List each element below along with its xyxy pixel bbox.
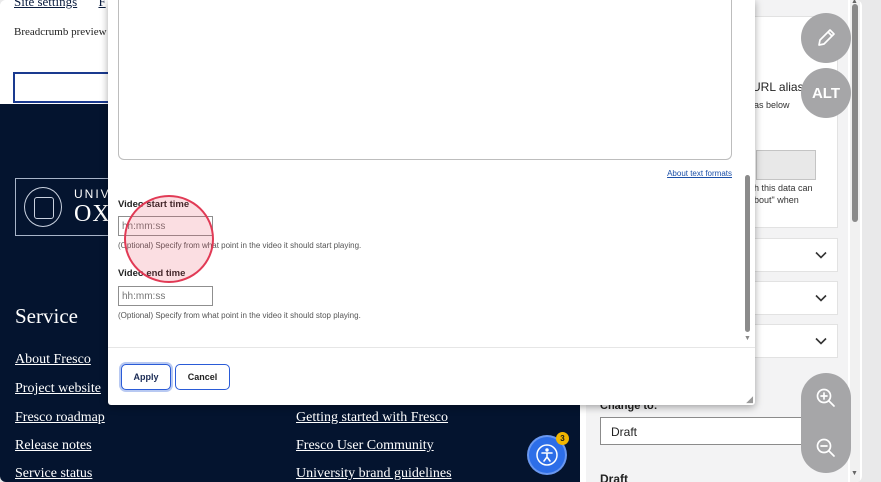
url-alias-input[interactable] [756,150,816,180]
video-end-help: (Optional) Specify from what point in th… [118,311,361,320]
video-end-input[interactable] [118,286,213,306]
truncated-link[interactable]: F [98,0,105,9]
footer-link-getting-started[interactable]: Getting started with Fresco [296,410,448,426]
site-settings-link[interactable]: Site settings [14,0,77,9]
logo-text-top: UNIV [74,187,111,201]
chevron-down-icon [815,291,827,306]
footer-link-user-community[interactable]: Fresco User Community [296,438,434,454]
url-alias-label: URL alias [752,80,804,94]
current-state-label: Draft [600,472,629,482]
moderation-state-select[interactable]: Draft [600,417,810,445]
page-scrollbar[interactable]: ▲ ▼ [850,0,860,482]
zoom-in-icon [816,388,835,407]
footer-link-about[interactable]: About Fresco [15,352,91,368]
click-indicator [124,195,214,283]
url-alias-hint-3: bout" when [754,195,799,205]
media-embed-dialog: About text formats Video start time (Opt… [108,0,755,405]
footer-link-release-notes[interactable]: Release notes [15,438,92,454]
footer-link-project-website[interactable]: Project website [15,381,101,397]
page-scrollbar-thumb[interactable] [852,4,858,222]
crest-icon [24,187,62,227]
chevron-down-icon [815,334,827,349]
zoom-controls [801,373,851,473]
zoom-out-icon [816,438,835,457]
background-input[interactable] [13,72,123,103]
text-editor-area[interactable] [118,0,732,160]
breadcrumb-preview: Breadcrumb preview [14,26,107,38]
footer-link-brand-guidelines[interactable]: University brand guidelines [296,466,452,482]
cancel-button[interactable]: Cancel [175,364,230,390]
zoom-in-button[interactable] [801,373,851,423]
zoom-out-button[interactable] [801,423,851,473]
alt-text-button[interactable]: ALT [801,68,851,118]
about-text-formats-link[interactable]: About text formats [667,169,732,178]
scroll-down-arrow-icon[interactable]: ▼ [851,470,858,477]
accessibility-badge: 3 [556,432,569,445]
url-alias-hint: as below [754,100,790,110]
dialog-scrollbar-thumb[interactable] [745,175,750,332]
pencil-icon [818,29,835,46]
scroll-down-arrow-icon[interactable]: ▼ [744,335,751,342]
accessibility-icon [536,444,558,466]
apply-button[interactable]: Apply [121,364,171,390]
service-heading: Service [15,304,78,328]
footer-link-roadmap[interactable]: Fresco roadmap [15,410,105,426]
dialog-divider [108,347,755,348]
url-alias-hint-2: h this data can [754,183,813,193]
logo-text-main: OX [74,201,111,227]
browser-viewport: Site settings F Breadcrumb preview UNIV … [0,0,862,482]
edit-button[interactable] [801,13,851,63]
resize-handle-icon[interactable]: ◢ [746,394,753,405]
chevron-down-icon [815,248,827,263]
footer-link-service-status[interactable]: Service status [15,466,92,482]
